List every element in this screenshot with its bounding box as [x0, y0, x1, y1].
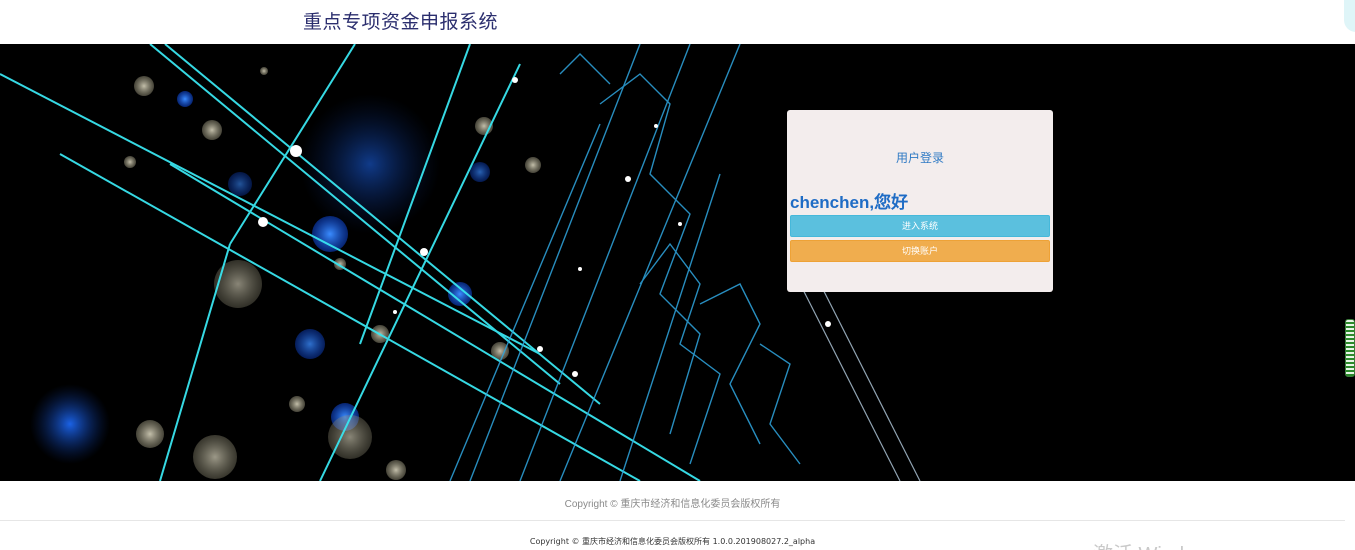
banner-graphic [0, 44, 1355, 481]
footer-copyright: Copyright © 重庆市经济和信息化委员会版权所有 [564, 499, 781, 510]
side-scroll-handle[interactable] [1345, 319, 1355, 377]
login-panel-title: 用户登录 [895, 151, 944, 165]
login-panel: 用户登录 chenchen,您好 进入系统 切换账户 [787, 110, 1053, 292]
footer: Copyright © 重庆市经济和信息化委员会版权所有 [0, 481, 1345, 521]
top-header: 重点专项资金申报系统 [0, 0, 1355, 44]
corner-decoration [1344, 0, 1355, 32]
page-title: 重点专项资金申报系统 [303, 12, 499, 33]
user-greeting: chenchen,您好 [790, 193, 909, 212]
enter-system-button[interactable]: 进入系统 [790, 215, 1050, 237]
windows-activation-watermark: 激活 Windows [1093, 538, 1220, 550]
switch-account-button[interactable]: 切换账户 [790, 240, 1050, 262]
banner-image [0, 44, 1355, 481]
